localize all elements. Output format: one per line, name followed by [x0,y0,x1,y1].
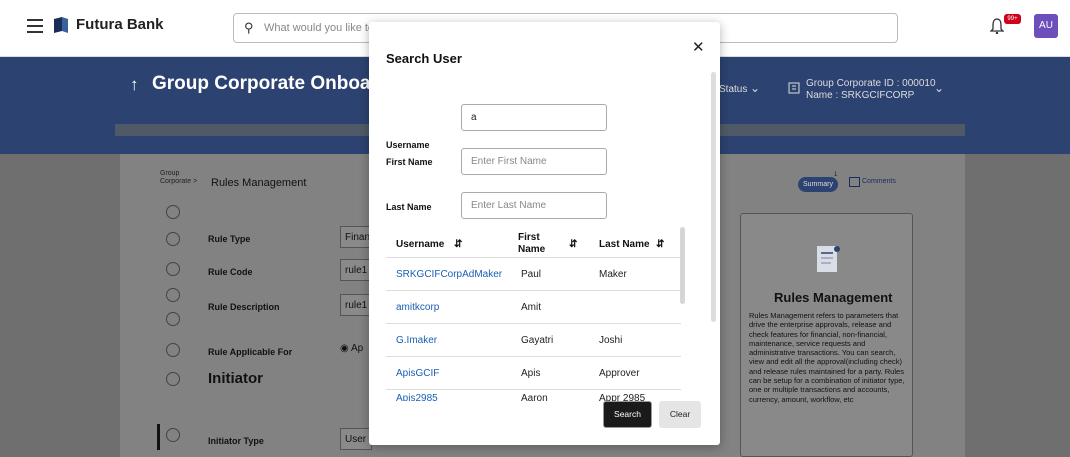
search-button[interactable]: Search [603,401,652,428]
search-icon: ⚲ [244,20,254,35]
document-illustration-icon [817,246,840,272]
document-icon[interactable] [166,343,180,357]
table-row: ApisGCIF Apis Approver [386,356,681,389]
settings-icon[interactable] [166,262,180,276]
row-first-name: Amit [521,302,541,313]
hamburger-menu-icon[interactable] [27,19,43,33]
notification-bell-icon[interactable] [990,18,1004,34]
table-row: SRKGCIFCorpAdMaker Paul Maker [386,257,681,290]
rule-type-label: Rule Type [208,234,251,244]
row-username-link[interactable]: amitkcorp [396,302,439,313]
approval-icon[interactable] [166,312,180,326]
breadcrumb-current: Rules Management [211,177,307,189]
row-last-name: Joshi [599,335,623,346]
comments-link[interactable]: Comments [862,178,896,185]
active-nav-indicator [157,424,160,450]
row-username-link[interactable]: ApisGCIF [396,368,439,379]
table-row: Apis2985 Aaron Appr 2985 [386,389,681,401]
building-icon [788,82,800,94]
rule-applicable-radio[interactable]: ◉ Ap [340,343,363,354]
rule-description-label: Rule Description [208,302,280,312]
search-user-modal: Search User ✕ Username First Name Last N… [369,22,720,445]
row-username-link[interactable]: G.Imaker [396,335,437,346]
first-name-input[interactable] [461,148,607,175]
close-icon[interactable]: ✕ [692,38,705,56]
notification-badge: 99+ [1004,14,1021,24]
group-corporate-name: Name : SRKGCIFCORP [806,90,915,101]
last-name-label: Last Name [386,202,432,212]
group-corporate-id: Group Corporate ID : 000010 [806,78,936,89]
info-card-title: Rules Management [774,290,893,305]
brand-name: Futura Bank [76,16,164,33]
rule-code-label: Rule Code [208,267,253,277]
bank-logo-icon [54,17,68,33]
status-dropdown-label[interactable]: Status [719,84,747,95]
sort-first-name-icon[interactable]: ⇵ [569,239,577,250]
rule-description-field[interactable]: rule1 [340,294,372,316]
rule-applicable-label: Rule Applicable For [208,347,293,357]
breadcrumb-line-1: Group [160,170,180,177]
rule-code-field[interactable]: rule1 [340,259,372,281]
row-first-name: Apis [521,368,541,379]
row-first-name: Gayatri [521,335,554,346]
group-corporate-info: Group Corporate ID : 000010 Name : SRKGC… [806,78,936,102]
rule-applicable-value: Ap [350,343,364,354]
row-username-link[interactable]: SRKGCIFCorpAdMaker [396,269,502,280]
corporate-chevron-down-icon[interactable]: ⌄ [934,81,944,95]
table-row: amitkcorp Amit [386,290,681,323]
user-avatar[interactable]: AU [1034,14,1058,38]
row-first-name: Paul [521,269,542,280]
breadcrumb-line-2: Corporate > [160,178,198,185]
col-first-name-line2: Name [518,244,546,255]
col-first-name-line1: First [518,232,540,243]
summary-count-badge: 1 [834,172,838,178]
rule-type-field[interactable]: Financial [340,226,372,248]
group-icon[interactable] [166,288,180,302]
col-last-name-header[interactable]: Last Name [599,239,650,250]
first-name-label: First Name [386,157,433,167]
comments-icon[interactable] [849,177,860,187]
right-margin [965,154,1070,457]
breadcrumb-group-corporate[interactable]: Group Corporate > [160,170,197,186]
row-first-name: Aaron [521,393,548,401]
chevron-down-icon[interactable]: ⌄ [750,81,760,95]
row-last-name: Appr 2985 [599,393,646,401]
col-username-header[interactable]: Username [396,239,444,250]
info-card-text: Rules Management refers to parameters th… [749,311,905,404]
row-last-name: Maker [599,269,627,280]
initiator-type-label: Initiator Type [208,436,264,446]
sort-username-icon[interactable]: ⇵ [454,239,462,250]
initiator-type-field[interactable]: User [340,428,372,450]
modal-scrollbar[interactable] [711,72,716,322]
users-icon[interactable] [166,232,180,246]
clear-button[interactable]: Clear [659,401,701,428]
summary-button[interactable]: Summary [798,177,838,192]
initiator-heading: Initiator [208,370,263,387]
workflow-icon[interactable] [166,372,180,386]
username-label: Username [386,140,430,150]
col-first-name-header[interactable]: First Name [518,232,545,256]
rules-icon[interactable] [166,428,180,442]
sort-last-name-icon[interactable]: ⇵ [656,239,664,250]
left-margin [0,154,120,457]
modal-title: Search User [386,51,462,66]
globe-icon[interactable] [166,205,180,219]
last-name-input[interactable] [461,192,607,219]
row-username-link[interactable]: Apis2985 [396,393,438,401]
row-last-name: Approver [599,368,640,379]
back-arrow-icon[interactable]: ↑ [130,75,139,95]
table-row: G.Imaker Gayatri Joshi [386,323,681,356]
username-input[interactable] [461,104,607,131]
